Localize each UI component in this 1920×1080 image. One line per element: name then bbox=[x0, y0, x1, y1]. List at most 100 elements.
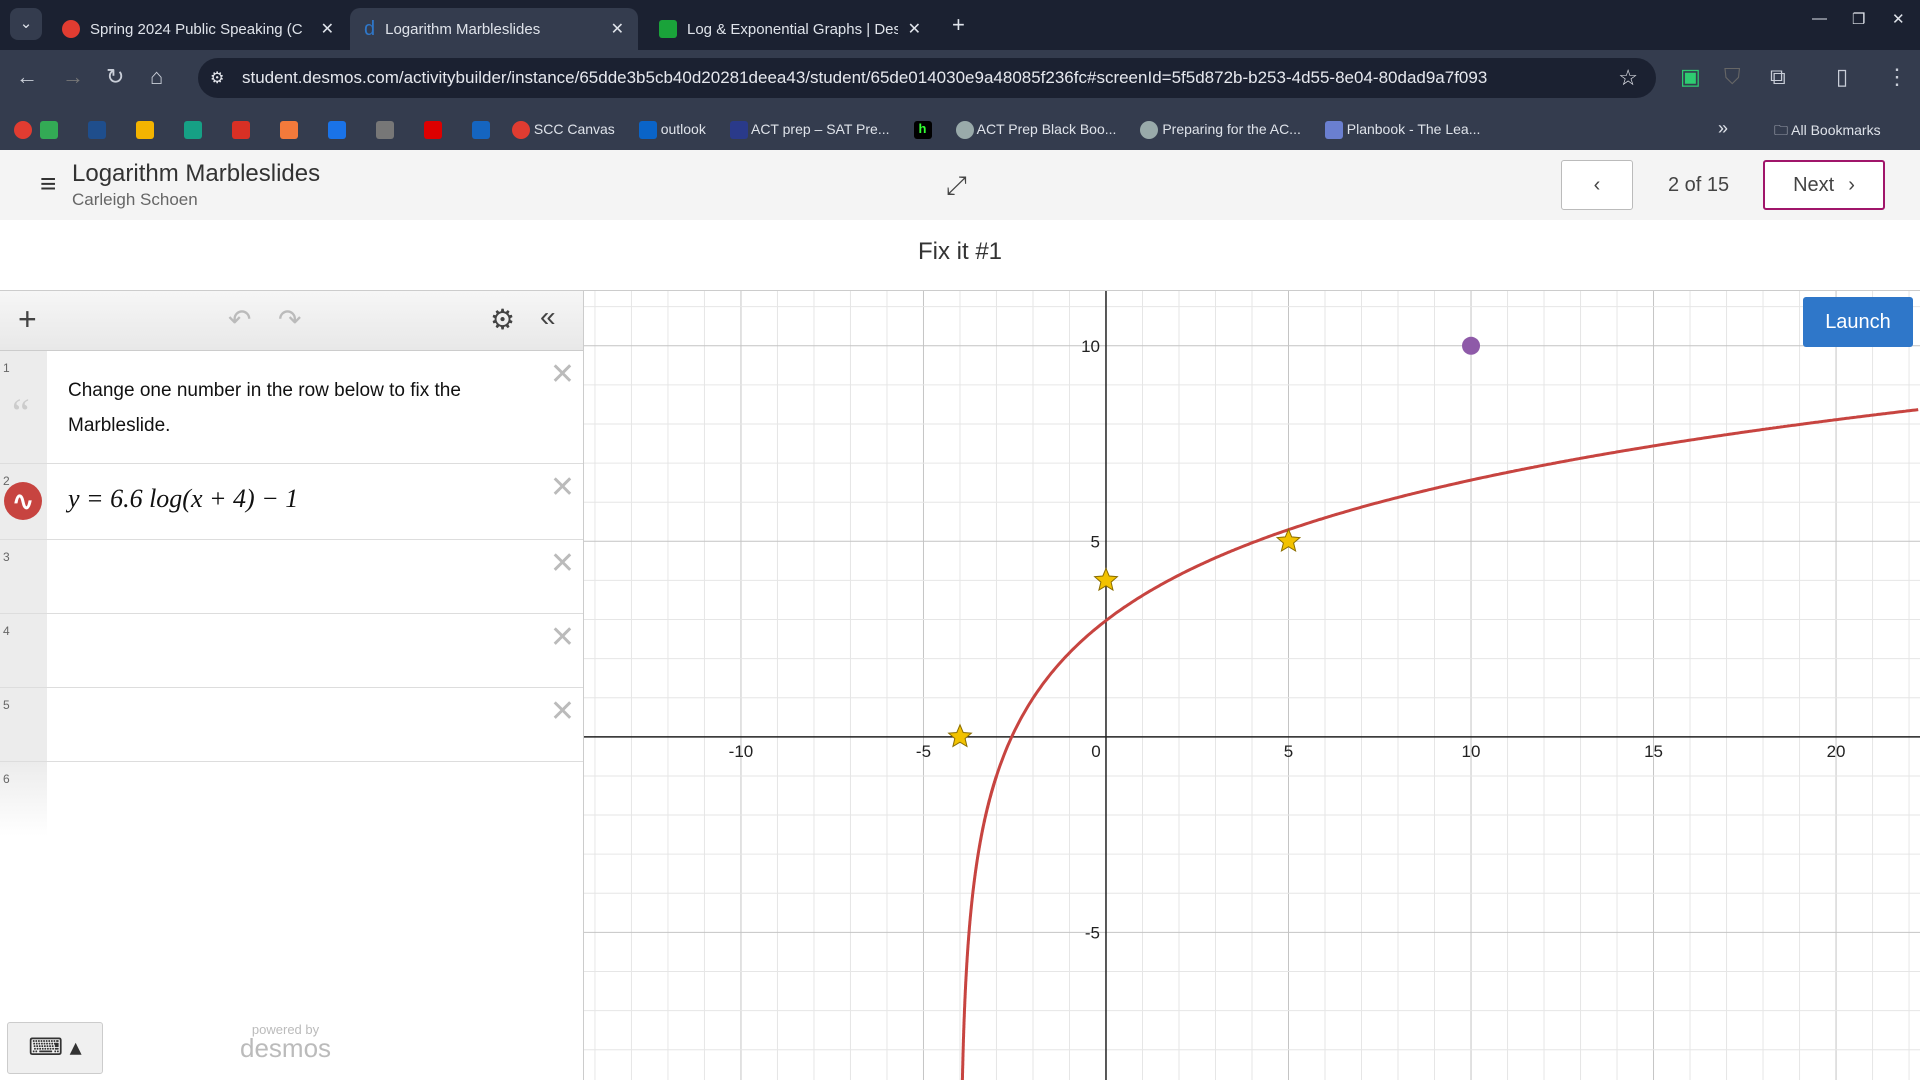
tab-title: Spring 2024 Public Speaking (C bbox=[90, 20, 303, 38]
activity-header: ≡ Logarithm Marbleslides Carleigh Schoen… bbox=[0, 150, 1920, 220]
extension-icon[interactable]: ▣ bbox=[1680, 64, 1701, 90]
x-tick-label: 5 bbox=[1284, 742, 1293, 761]
add-expression-icon[interactable]: + bbox=[18, 301, 37, 338]
undo-icon[interactable]: ↶ bbox=[228, 303, 251, 336]
hamburger-menu-icon[interactable]: ≡ bbox=[40, 168, 56, 200]
y-tick-label: -5 bbox=[1085, 923, 1100, 942]
launch-button[interactable]: Launch bbox=[1803, 297, 1913, 347]
bookmark-icon[interactable] bbox=[40, 121, 58, 139]
tab-public-speaking[interactable]: Spring 2024 Public Speaking (C ✕ bbox=[48, 8, 348, 50]
tab-search-button[interactable]: ⌄ bbox=[10, 8, 42, 40]
x-tick-label: -5 bbox=[916, 742, 931, 761]
drive-icon[interactable] bbox=[136, 121, 154, 139]
expression-toolbar: + ↶ ↷ ⚙ « bbox=[0, 290, 583, 351]
side-panel-icon[interactable]: ▯ bbox=[1836, 64, 1848, 90]
new-tab-button[interactable]: + bbox=[952, 12, 965, 38]
delete-expression-icon[interactable]: ✕ bbox=[550, 470, 575, 505]
close-tab-icon[interactable]: ✕ bbox=[321, 19, 334, 39]
expression-row-empty[interactable]: 4 ✕ bbox=[0, 614, 583, 688]
next-screen-button[interactable]: Next › bbox=[1763, 160, 1885, 210]
graph-color-icon[interactable]: ∿ bbox=[4, 482, 42, 520]
bookmark-act-black-book[interactable]: ACT Prep Black Boo... bbox=[955, 121, 1116, 140]
back-icon[interactable]: ← bbox=[16, 64, 38, 90]
more-bookmarks-icon[interactable]: » bbox=[1718, 118, 1728, 139]
site-info-icon[interactable]: ⚙ bbox=[210, 68, 224, 88]
bookmark-preparing-act[interactable]: Preparing for the AC... bbox=[1140, 121, 1301, 140]
expression-row-empty[interactable]: 6 bbox=[0, 762, 583, 836]
note-quote-icon: “ bbox=[12, 390, 30, 435]
menu-dots-icon[interactable]: ⋮ bbox=[1886, 64, 1908, 90]
bookmark-star-icon[interactable]: ☆ bbox=[1618, 65, 1638, 91]
forward-icon[interactable]: → bbox=[62, 64, 84, 90]
delete-expression-icon[interactable]: ✕ bbox=[550, 546, 575, 581]
close-tab-icon[interactable]: ✕ bbox=[908, 19, 921, 39]
close-window-button[interactable]: ✕ bbox=[1892, 10, 1905, 28]
x-tick-label: 15 bbox=[1644, 742, 1663, 761]
y-tick-label: 10 bbox=[1081, 337, 1100, 356]
bookmark-icons bbox=[14, 116, 490, 144]
home-icon[interactable]: ⌂ bbox=[150, 64, 163, 90]
bookmark-icon[interactable] bbox=[184, 121, 202, 139]
graph-paper[interactable]: -10 -5 0 5 10 15 20 10 5 -5 bbox=[584, 290, 1920, 1080]
equation-input[interactable]: y = 6.6 log(x + 4) − 1 bbox=[68, 484, 298, 514]
extensions-puzzle-icon[interactable]: ⧉ bbox=[1770, 64, 1786, 90]
restore-button[interactable]: ❐ bbox=[1852, 10, 1865, 28]
screen-title: Fix it #1 bbox=[917, 238, 1003, 265]
gmail-icon[interactable] bbox=[232, 121, 250, 139]
all-bookmarks[interactable]: 🗀 All Bookmarks bbox=[1774, 120, 1881, 144]
browser-toolbar: ← → ↻ ⌂ ⚙ student.desmos.com/activitybuil… bbox=[0, 50, 1920, 150]
bookmark-icon[interactable] bbox=[424, 121, 442, 139]
x-tick-label: 20 bbox=[1827, 742, 1846, 761]
tab-log-exponential[interactable]: Log & Exponential Graphs | Des ✕ bbox=[645, 8, 935, 50]
fullscreen-icon[interactable]: ⤢ bbox=[946, 170, 967, 202]
delete-expression-icon[interactable]: ✕ bbox=[550, 620, 575, 655]
x-tick-label: 10 bbox=[1462, 742, 1481, 761]
bookmark-h[interactable]: h bbox=[913, 121, 932, 140]
slides-icon[interactable] bbox=[280, 121, 298, 139]
sis-icon[interactable] bbox=[88, 121, 106, 139]
bookmark-planbook[interactable]: Planbook - The Lea... bbox=[1324, 121, 1480, 140]
expression-row-empty[interactable]: 5 ✕ bbox=[0, 688, 583, 762]
desmos-icon: d bbox=[364, 17, 376, 40]
address-bar[interactable]: ⚙ student.desmos.com/activitybuilder/inst… bbox=[198, 58, 1656, 98]
redo-icon[interactable]: ↷ bbox=[278, 303, 301, 336]
tab-title: Logarithm Marbleslides bbox=[385, 20, 541, 38]
url-text: student.desmos.com/activitybuilder/insta… bbox=[242, 68, 1488, 87]
bookmark-icon[interactable] bbox=[376, 121, 394, 139]
activity-title: Logarithm Marbleslides bbox=[72, 160, 321, 187]
graph-icon bbox=[659, 20, 677, 38]
delete-expression-icon[interactable]: ✕ bbox=[550, 357, 575, 392]
delete-expression-icon[interactable]: ✕ bbox=[550, 694, 575, 729]
bookmark-outlook[interactable]: outlook bbox=[638, 121, 706, 140]
function-curve bbox=[960, 408, 1919, 1080]
expression-list: + ↶ ↷ ⚙ « 1 “ Change one number in the ro… bbox=[0, 290, 584, 1080]
gear-icon[interactable]: ⚙ bbox=[490, 303, 515, 336]
graph-svg[interactable]: -10 -5 0 5 10 15 20 10 5 -5 bbox=[584, 291, 1920, 1080]
expression-row-equation[interactable]: 2 ∿ y = 6.6 log(x + 4) − 1 ✕ bbox=[0, 464, 583, 540]
note-text[interactable]: Change one number in the row below to fi… bbox=[68, 373, 488, 443]
collapse-list-icon[interactable]: « bbox=[540, 301, 556, 333]
close-tab-icon[interactable]: ✕ bbox=[611, 19, 624, 39]
expression-row-note[interactable]: 1 “ Change one number in the row below to… bbox=[0, 351, 583, 464]
marble-start-point bbox=[1462, 336, 1481, 355]
shield-icon[interactable]: ⛉ bbox=[1724, 64, 1741, 90]
previous-screen-button[interactable]: ‹ bbox=[1561, 160, 1633, 210]
minimize-button[interactable]: — bbox=[1812, 10, 1827, 27]
bookmarks-bar: SCC Canvas outlook ACT prep – SAT Pre...… bbox=[512, 116, 1480, 144]
bookmark-scc-canvas[interactable]: SCC Canvas bbox=[512, 121, 615, 140]
bookmark-icon[interactable] bbox=[328, 121, 346, 139]
tab-bar: ⌄ Spring 2024 Public Speaking (C ✕ d Logar… bbox=[0, 0, 1920, 50]
expression-row-empty[interactable]: 3 ✕ bbox=[0, 540, 583, 614]
tab-logarithm-marbleslides[interactable]: d Logarithm Marbleslides ✕ bbox=[350, 8, 638, 50]
page-counter: 2 of 15 bbox=[1668, 174, 1730, 196]
canvas-icon[interactable] bbox=[14, 121, 32, 139]
chevron-right-icon: › bbox=[1848, 173, 1855, 196]
x-tick-label: -10 bbox=[729, 742, 754, 761]
bookmark-icon[interactable] bbox=[472, 121, 490, 139]
tab-title: Log & Exponential Graphs | Des bbox=[687, 20, 898, 38]
x-tick-label: 0 bbox=[1091, 742, 1100, 761]
bookmark-act-prep[interactable]: ACT prep – SAT Pre... bbox=[729, 121, 890, 140]
keyboard-toggle-button[interactable]: ⌨ ▴ bbox=[7, 1022, 103, 1074]
canvas-icon bbox=[62, 20, 80, 38]
reload-icon[interactable]: ↻ bbox=[106, 64, 124, 90]
